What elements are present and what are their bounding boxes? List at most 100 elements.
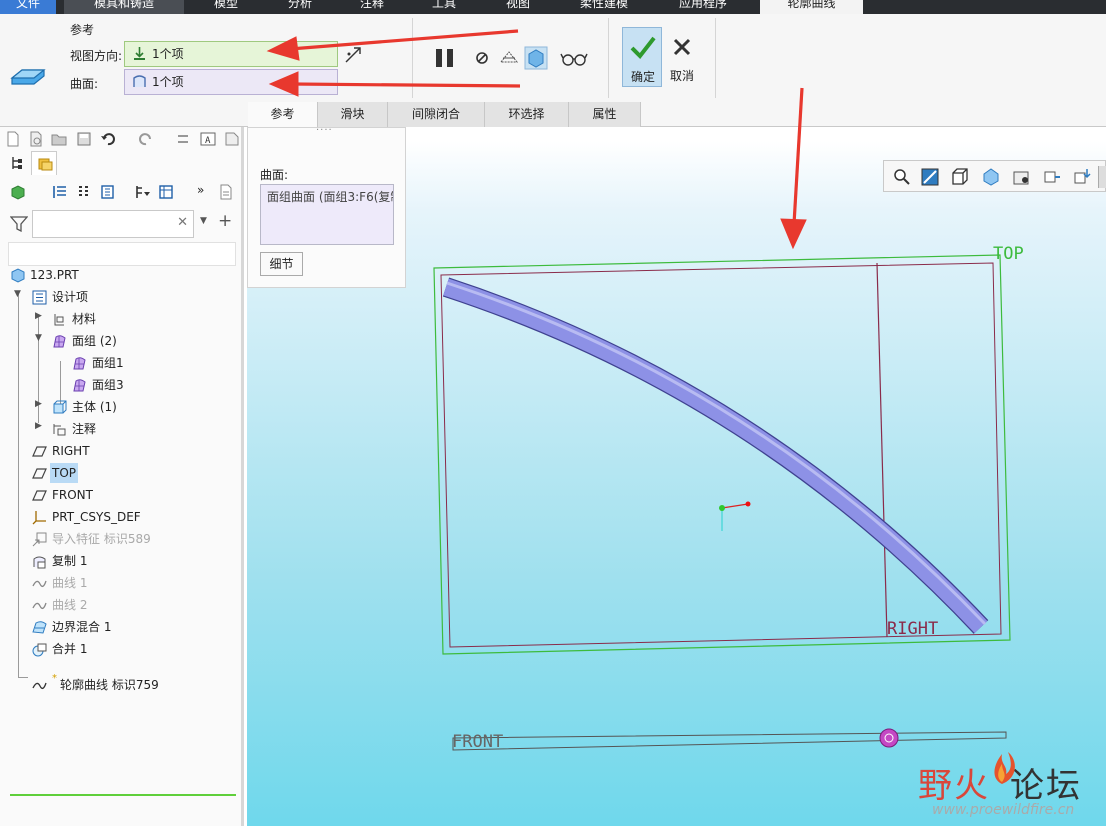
ok-label: 确定 xyxy=(630,70,655,84)
folder-icon[interactable] xyxy=(51,131,67,147)
expand-material-icon[interactable]: ▶ xyxy=(35,311,42,321)
saved-views-icon[interactable] xyxy=(950,167,970,187)
flip-direction-icon[interactable] xyxy=(343,45,363,65)
display-style-icon[interactable] xyxy=(981,167,1001,187)
copy-surface-icon xyxy=(33,556,46,569)
no-preview-icon[interactable] xyxy=(470,46,494,70)
menu-flexible-modeling[interactable]: 柔性建模 xyxy=(572,0,636,14)
expand-annotations-icon[interactable]: ▶ xyxy=(35,421,42,431)
windows-icon[interactable] xyxy=(224,131,240,147)
columns-icon[interactable] xyxy=(158,184,174,200)
menu-view[interactable]: 视图 xyxy=(498,0,538,14)
add-icon[interactable]: + xyxy=(218,211,232,231)
curve-icon xyxy=(32,682,47,690)
sort-icon[interactable] xyxy=(134,184,150,200)
details-button[interactable]: 细节 xyxy=(260,252,303,276)
perspective-icon[interactable] xyxy=(1012,167,1032,187)
coordinate-system-icon xyxy=(32,511,46,525)
menu-applications[interactable]: 应用程序 xyxy=(670,0,736,14)
open-file-icon[interactable] xyxy=(28,131,44,147)
watermark-url: www.proewildfire.cn xyxy=(932,802,1075,818)
document-settings-icon[interactable] xyxy=(218,184,234,200)
text-annotation-icon[interactable]: A xyxy=(200,131,216,147)
ok-button[interactable]: 确定 xyxy=(622,27,662,87)
surface-collector[interactable]: 1个项 xyxy=(124,69,338,95)
datum-plane-icon xyxy=(32,446,47,457)
front-datum-plane[interactable] xyxy=(452,731,1007,751)
orient-icon[interactable] xyxy=(1042,167,1062,187)
silhouette-curve-feature-icon xyxy=(10,69,46,85)
tab-loop-selection[interactable]: 环选择 xyxy=(485,102,569,127)
surface-icon xyxy=(133,75,146,87)
watermark-brand-part1: 野火 xyxy=(918,766,990,806)
verify-mode-icon[interactable] xyxy=(524,46,548,70)
zoom-in-icon[interactable] xyxy=(920,167,940,187)
silhouette-surface[interactable] xyxy=(443,278,988,633)
pause-icon[interactable] xyxy=(433,46,457,70)
expand-bodies-icon[interactable]: ▶ xyxy=(35,399,42,409)
menu-tools[interactable]: 工具 xyxy=(424,0,464,14)
tab-slider[interactable]: 滑块 xyxy=(318,102,388,127)
menu-annotate[interactable]: 注释 xyxy=(352,0,392,14)
undo-icon[interactable] xyxy=(100,131,116,147)
model-tree-tab-icon[interactable] xyxy=(10,155,26,171)
view-direction-label: 视图方向: xyxy=(70,49,123,63)
top-datum-tag: TOP xyxy=(993,244,1024,264)
ribbon-separator xyxy=(412,18,413,98)
annotation-icon xyxy=(53,424,66,436)
search-input[interactable]: ✕ xyxy=(32,210,194,238)
menu-silhouette-curve[interactable]: 轮廓曲线 xyxy=(760,0,863,14)
cancel-button[interactable]: 取消 xyxy=(662,27,702,87)
flame-logo-icon xyxy=(994,752,1015,784)
glasses-preview-icon[interactable] xyxy=(560,46,588,70)
folder-browser-tab[interactable] xyxy=(31,151,57,175)
spin-center-icon[interactable] xyxy=(1072,167,1092,187)
more-icon[interactable]: » xyxy=(197,183,204,197)
menu-mold-casting[interactable]: 模具和铸造 xyxy=(64,0,184,14)
menu-analysis[interactable]: 分析 xyxy=(280,0,320,14)
quilt-icon xyxy=(73,357,86,370)
menu-model[interactable]: 模型 xyxy=(206,0,246,14)
right-datum-plane[interactable] xyxy=(876,262,888,638)
regenerate-icon[interactable] xyxy=(176,131,192,147)
forum-watermark: 野火 论坛 www.proewildfire.cn xyxy=(918,752,1098,818)
tree-connector xyxy=(18,293,19,677)
settings-table-icon[interactable] xyxy=(100,184,116,200)
new-feature-marker: * xyxy=(52,673,57,684)
surface-highlight xyxy=(446,281,987,626)
show-icon[interactable] xyxy=(10,184,26,200)
tab-properties[interactable]: 属性 xyxy=(569,102,641,127)
csys-x-axis xyxy=(721,503,749,509)
ribbon: 参考 视图方向: 1个项 曲面: 1个项 确定 取消 参考 滑块 间隙闭合 环选… xyxy=(0,14,1106,127)
quick-access-toolbar: A xyxy=(0,127,244,151)
tab-gap-closure[interactable]: 间隙闭合 xyxy=(388,102,485,127)
view-direction-value: 1个项 xyxy=(152,47,184,61)
tree-connector xyxy=(60,361,61,405)
panel-surface-collector[interactable]: 面组曲面 (面组3:F6(复制 xyxy=(260,184,394,245)
references-panel: ···· 曲面: 面组曲面 (面组3:F6(复制 细节 xyxy=(247,125,406,288)
clear-search-icon[interactable]: ✕ xyxy=(177,215,188,230)
part-icon xyxy=(11,268,25,283)
refit-icon[interactable] xyxy=(892,167,912,187)
tree-filter-icon[interactable] xyxy=(76,184,92,200)
direction-arrow-icon xyxy=(134,47,145,60)
filter-icon[interactable] xyxy=(10,216,28,232)
new-file-icon[interactable] xyxy=(5,131,21,147)
collapse-design-items-icon[interactable]: ▼ xyxy=(14,289,21,299)
toolbar-overflow[interactable] xyxy=(1098,166,1106,188)
panel-surface-item[interactable]: 面组曲面 (面组3:F6(复制 xyxy=(267,190,393,204)
tree-columns-icon[interactable] xyxy=(52,184,68,200)
collapse-quilts-icon[interactable]: ▼ xyxy=(35,333,42,343)
search-dropdown-icon[interactable]: ▼ xyxy=(200,216,207,226)
view-direction-collector[interactable]: 1个项 xyxy=(124,41,338,67)
menu-file[interactable]: 文件 xyxy=(0,0,56,14)
preview-geometry-icon[interactable] xyxy=(497,46,521,70)
right-datum-tag: RIGHT xyxy=(887,619,938,639)
tab-references[interactable]: 参考 xyxy=(248,102,318,127)
redo-icon[interactable] xyxy=(138,131,154,147)
tree-header-row xyxy=(8,242,236,266)
save-icon[interactable] xyxy=(76,131,92,147)
panel-grip[interactable]: ···· xyxy=(316,125,333,136)
insert-here-indicator[interactable] xyxy=(10,794,236,796)
slider-handle[interactable] xyxy=(879,728,899,748)
